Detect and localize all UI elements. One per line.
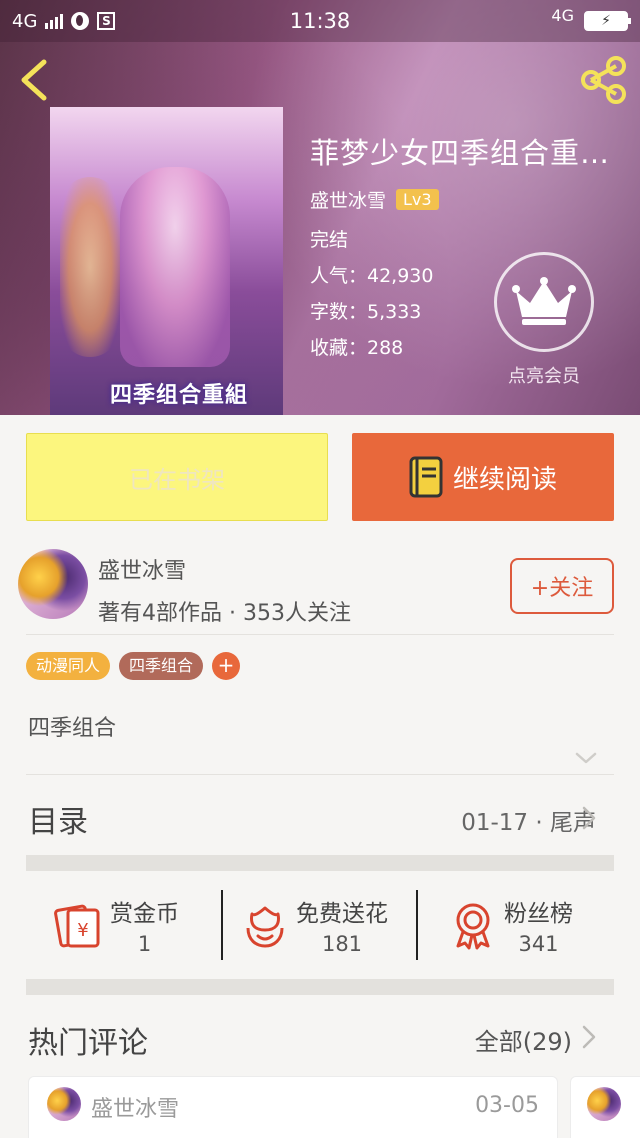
book-intro: 四季组合	[28, 716, 117, 741]
comments-header[interactable]: 热门评论 全部(29)	[0, 996, 640, 1076]
send-flower-button[interactable]: 免费送花 181	[240, 890, 388, 960]
chevron-right-icon	[582, 1025, 596, 1049]
author-name[interactable]: 盛世冰雪	[98, 553, 186, 585]
stat-value: 1	[137, 932, 152, 956]
fan-ranking-button[interactable]: 粉丝榜 341	[448, 890, 573, 960]
stat-label: 免费送花	[296, 901, 388, 927]
sim-icon: S	[97, 12, 116, 30]
comments-title: 热门评论	[28, 1026, 148, 1061]
divider	[416, 890, 418, 960]
add-tag-button[interactable]: +	[212, 652, 241, 680]
network-label-right: 4G	[551, 5, 574, 25]
battery-charging-icon: ⚡	[584, 11, 631, 31]
continue-reading-label: 继续阅读	[452, 464, 557, 495]
action-bar: 已在书架 继续阅读	[0, 415, 640, 535]
back-button[interactable]	[14, 56, 54, 104]
share-icon	[581, 56, 626, 104]
book-title: 菲梦少女四季组合重…	[310, 136, 611, 170]
book-status: 完结	[310, 229, 349, 251]
catalog-title: 目录	[28, 805, 88, 840]
signal-icon	[45, 13, 64, 29]
svg-text:¥: ¥	[77, 920, 88, 941]
medal-ribbon-icon	[456, 903, 490, 950]
tag-list: 动漫同人 四季组合 +	[26, 652, 241, 680]
comment-date: 03-05	[475, 1093, 539, 1118]
on-shelf-button[interactable]: 已在书架	[26, 433, 328, 521]
avatar[interactable]	[47, 1087, 81, 1121]
follow-button[interactable]: +关注	[510, 558, 614, 614]
stat-value: 341	[518, 932, 559, 956]
comment-user[interactable]: 盛世冰雪	[91, 1091, 179, 1123]
stat-label: 粉丝榜	[504, 901, 573, 927]
vip-button[interactable]: 点亮会员	[494, 252, 594, 388]
avatar[interactable]	[587, 1087, 621, 1121]
stats-row: ¥ 赏金币 1 免费送花 181 粉丝榜 341	[0, 872, 640, 979]
stat-label: 赏金币	[110, 901, 179, 927]
globe-icon	[71, 12, 90, 30]
book-author[interactable]: 盛世冰雪	[310, 186, 386, 213]
all-comments-link[interactable]: 全部(29)	[475, 1022, 572, 1057]
book-cover[interactable]: 四季组合重組	[50, 107, 283, 415]
reward-coins-button[interactable]: ¥ 赏金币 1	[54, 890, 179, 960]
latest-chapter: 01-17 · 尾声	[461, 810, 596, 836]
stat-value: 181	[321, 932, 363, 956]
section-gap	[26, 979, 614, 995]
continue-reading-button[interactable]: 继续阅读	[352, 433, 614, 521]
chevron-right-icon	[582, 806, 596, 830]
expand-intro-button[interactable]	[574, 746, 598, 770]
red-envelope-yen-icon: ¥	[54, 904, 100, 948]
cover-caption: 四季组合重組	[110, 382, 249, 408]
catalog-row[interactable]: 目录 01-17 · 尾声	[0, 775, 640, 855]
book-icon	[409, 456, 443, 498]
vip-label: 点亮会员	[508, 366, 580, 387]
comment-text-clipped	[57, 1125, 527, 1138]
author-stats: 著有4部作品 · 353人关注	[98, 601, 351, 626]
share-button[interactable]	[578, 54, 630, 106]
level-badge: Lv3	[396, 189, 439, 210]
tag-item[interactable]: 四季组合	[119, 652, 204, 680]
network-label: 4G	[12, 10, 38, 32]
tag-item[interactable]: 动漫同人	[26, 652, 111, 680]
avatar[interactable]	[18, 549, 88, 619]
crown-icon	[494, 252, 594, 352]
flower-smile-icon	[246, 906, 284, 948]
status-bar: 4G S 11:38 4G ⚡	[0, 0, 640, 42]
comment-card[interactable]	[570, 1076, 640, 1138]
divider	[26, 634, 614, 635]
comment-card[interactable]: 盛世冰雪 03-05	[28, 1076, 558, 1138]
divider	[221, 890, 223, 960]
chevron-down-icon	[575, 752, 597, 764]
author-card[interactable]: 盛世冰雪 著有4部作品 · 353人关注 +关注	[0, 535, 640, 635]
chevron-left-icon	[21, 59, 47, 101]
section-gap	[26, 855, 614, 871]
